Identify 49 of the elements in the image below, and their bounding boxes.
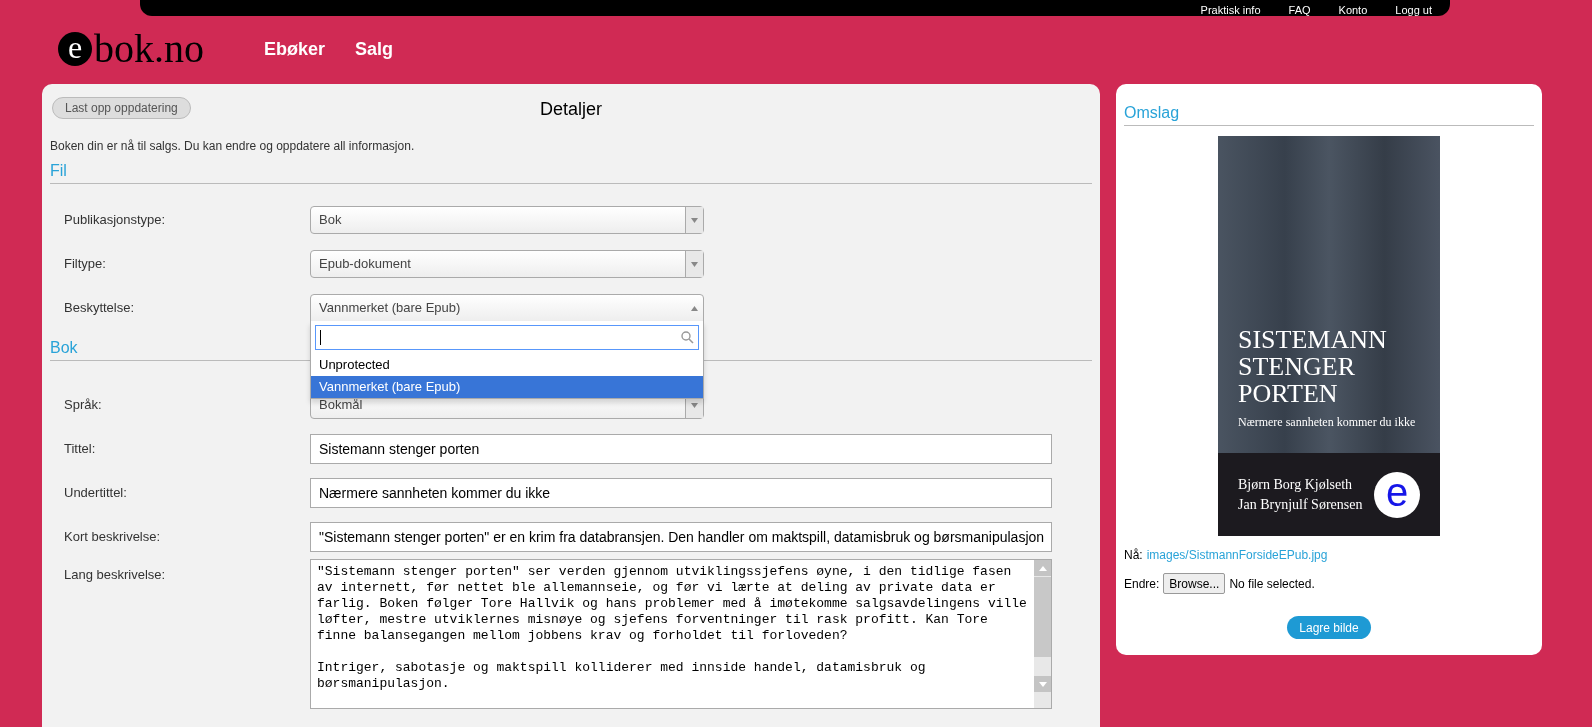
- section-heading: Fil: [50, 162, 67, 179]
- text-field[interactable]: Sistemann stenger porten: [310, 434, 1052, 464]
- caret-down-icon: [691, 402, 698, 408]
- field-label: Undertittel:: [63, 484, 128, 503]
- file-status: No file selected.: [1229, 575, 1315, 593]
- field-label: Publikasjonstype:: [63, 211, 167, 230]
- cover-title: SISTEMANN STENGER PORTEN: [1238, 326, 1388, 407]
- text-field[interactable]: "Sistemann stenger porten" er en krim fra databransjen. Den handler om maktspill, datamisbruk og børsmanipulasjon: [310, 522, 1052, 552]
- textarea-field[interactable]: "Sistemann stenger porten" ser verden gjennom utviklingssjefens øyne, i den tidlige fasen av internett, før nettet ble allemannseie, og før vi lærte at deling av private data er farlig. Boken følger Tore Hallvik og hans problemer med å imøtekomme salgsavdelingens ville løfter, mestre utviklernes misnøye og sjefens forventninger til rask profitt. Kan Tore finne balansegangen mellom jobbens krav og forholdet til forloveden? Intriger, sabotasje og maktspill kolliderer med innside handel, datamisbruk og børsmanipulasjon.: [310, 559, 1052, 709]
- field-label: Språk:: [63, 396, 103, 415]
- section-heading: Bok: [50, 339, 78, 356]
- select-field[interactable]: Vannmerket (bare Epub): [310, 294, 704, 322]
- scrollbar[interactable]: [1034, 560, 1051, 708]
- caret-down-icon: [691, 261, 698, 267]
- field-label: Lang beskrivelse:: [63, 566, 167, 584]
- upload-update-button[interactable]: Last opp oppdatering: [52, 97, 191, 119]
- cover-subtitle: Nærmere sannheten kommer du ikke: [1238, 414, 1417, 431]
- field-label: Beskyttelse:: [63, 299, 136, 318]
- logo-text[interactable]: bok.no: [94, 29, 204, 69]
- dropdown-search-field[interactable]: [315, 325, 699, 350]
- text-field[interactable]: Nærmere sannheten kommer du ikke: [310, 478, 1052, 508]
- panel-title: Detaljer: [540, 97, 602, 121]
- top-nav-link[interactable]: Logg ut: [1395, 4, 1432, 16]
- cover-author: Jan Brynjulf Sørensen: [1238, 495, 1363, 514]
- section-heading: Omslag: [1124, 104, 1180, 121]
- search-icon: [681, 331, 694, 344]
- status-notice: Boken din er nå til salgs. Du kan endre og oppdatere all informasjon.: [50, 138, 416, 155]
- main-nav-link[interactable]: Salg: [355, 35, 394, 63]
- browse-button[interactable]: Browse...: [1163, 573, 1226, 594]
- top-nav-link[interactable]: FAQ: [1288, 4, 1311, 16]
- field-label: Filtype:: [63, 255, 107, 274]
- select-field[interactable]: Epub-dokument: [310, 250, 704, 278]
- top-nav-link[interactable]: Konto: [1338, 4, 1368, 16]
- dropdown-option[interactable]: Vannmerket (bare Epub): [311, 376, 703, 398]
- cover-author: Bjørn Borg Kjølseth: [1238, 475, 1354, 494]
- scroll-up-arrow-icon[interactable]: [1038, 565, 1047, 571]
- field-label: Kort beskrivelse:: [63, 528, 162, 547]
- caret-up-icon: [690, 305, 698, 311]
- cover-badge: e: [1374, 471, 1420, 518]
- current-file-label: Nå:: [1124, 547, 1143, 564]
- dropdown-option[interactable]: Unprotected: [311, 354, 703, 376]
- main-nav-link[interactable]: Ebøker: [264, 35, 326, 63]
- scroll-down-arrow-icon[interactable]: [1038, 681, 1047, 687]
- logo-mark[interactable]: e: [58, 32, 92, 66]
- caret-down-icon: [691, 217, 698, 223]
- change-file-label: Endre:: [1124, 575, 1160, 593]
- top-nav-link[interactable]: Praktisk info: [1200, 4, 1261, 16]
- field-label: Tittel:: [63, 440, 97, 459]
- select-field[interactable]: Bok: [310, 206, 704, 234]
